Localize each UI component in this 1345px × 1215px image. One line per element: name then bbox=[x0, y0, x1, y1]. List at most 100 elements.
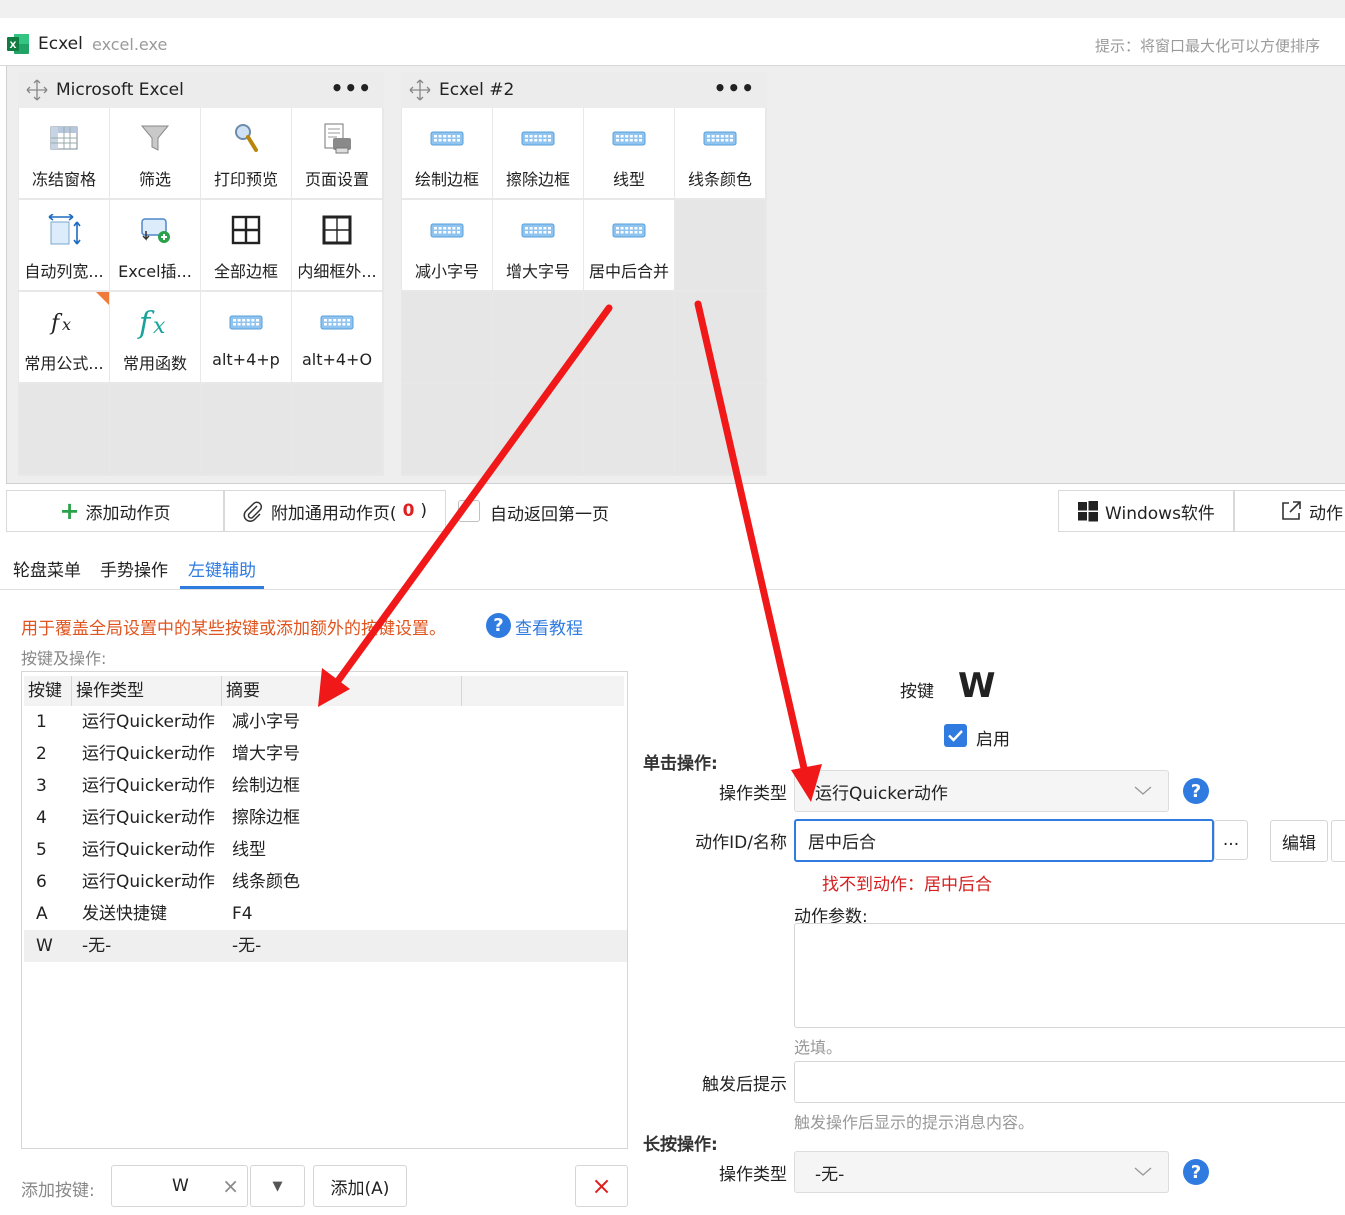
empty-slot[interactable] bbox=[584, 384, 674, 474]
corner-badge bbox=[96, 292, 109, 305]
tab-left-key-assist[interactable]: 左键辅助 bbox=[188, 556, 256, 581]
long-op-type-select[interactable]: -无- bbox=[794, 1151, 1169, 1193]
action-button[interactable]: alt+4+O bbox=[292, 292, 382, 382]
cell-summary: F4 bbox=[232, 904, 253, 924]
cell-key: 3 bbox=[36, 776, 47, 796]
action-label: 减小字号 bbox=[414, 262, 479, 281]
key-dropdown-button[interactable]: ▼ bbox=[250, 1165, 305, 1207]
tab-gesture[interactable]: 手势操作 bbox=[100, 556, 168, 581]
empty-slot[interactable] bbox=[19, 384, 109, 474]
empty-slot[interactable] bbox=[201, 384, 291, 474]
clear-icon[interactable]: × bbox=[222, 1174, 239, 1198]
more-menu-icon[interactable]: ••• bbox=[714, 76, 755, 100]
keyboard-icon bbox=[612, 108, 646, 160]
action-button[interactable]: 全部边框 bbox=[201, 200, 291, 290]
action-button[interactable]: 筛选 bbox=[110, 108, 200, 198]
edit-button[interactable]: 编辑 bbox=[1270, 820, 1328, 862]
table-row[interactable]: 6 运行Quicker动作 线条颜色 bbox=[24, 866, 627, 898]
op-type-select[interactable]: 运行Quicker动作 bbox=[794, 770, 1169, 812]
table-row[interactable]: 1 运行Quicker动作 减小字号 bbox=[24, 706, 627, 738]
key-label: 按键 bbox=[900, 682, 934, 702]
action-button[interactable]: 居中后合并 bbox=[584, 200, 674, 290]
tab-wheel-menu[interactable]: 轮盘菜单 bbox=[13, 556, 81, 581]
key-value: W bbox=[958, 666, 996, 706]
svg-text:f: f bbox=[49, 311, 63, 336]
action-id-input[interactable]: 居中后合 bbox=[794, 819, 1214, 862]
action-button[interactable]: 内细框外... bbox=[292, 200, 382, 290]
browse-button[interactable]: ... bbox=[1214, 820, 1248, 860]
table-row[interactable]: A 发送快捷键 F4 bbox=[24, 898, 627, 930]
trigger-input[interactable] bbox=[794, 1061, 1345, 1103]
action-button[interactable]: alt+4+p bbox=[201, 292, 291, 382]
empty-slot[interactable] bbox=[402, 384, 492, 474]
action-button[interactable]: 减小字号 bbox=[402, 200, 492, 290]
long-op-type-label: 操作类型 bbox=[719, 1165, 787, 1185]
action-button[interactable]: 绘制边框 bbox=[402, 108, 492, 198]
panel-header[interactable]: Microsoft Excel ••• bbox=[18, 72, 384, 108]
action-button[interactable]: 冻结窗格 bbox=[19, 108, 109, 198]
action-id-label: 动作ID/名称 bbox=[695, 833, 787, 853]
key-table: 按键 操作类型 摘要 1 运行Quicker动作 减小字号 2 运行Quicker动作增… bbox=[21, 671, 628, 1149]
empty-slot[interactable] bbox=[292, 384, 382, 474]
action-label: 冻结窗格 bbox=[31, 170, 96, 189]
action-label: 全部边框 bbox=[213, 262, 278, 281]
help-icon[interactable]: ? bbox=[486, 613, 511, 638]
action-button[interactable]: 自动列宽... bbox=[19, 200, 109, 290]
cell-summary: 增大字号 bbox=[232, 744, 300, 764]
add-key-value: W bbox=[172, 1176, 189, 1196]
action-id-value: 居中后合 bbox=[808, 833, 876, 853]
empty-slot[interactable] bbox=[493, 384, 583, 474]
windows-software-button[interactable]: Windows软件 bbox=[1058, 490, 1234, 532]
table-row[interactable]: 4 运行Quicker动作 擦除边框 bbox=[24, 802, 627, 834]
empty-slot[interactable] bbox=[675, 200, 765, 290]
table-row[interactable]: 2 运行Quicker动作 增大字号 bbox=[24, 738, 627, 770]
cell-type: 运行Quicker动作 bbox=[82, 872, 215, 892]
action-label: Excel插... bbox=[118, 262, 192, 281]
panel-header[interactable]: Ecxel #2 ••• bbox=[401, 72, 767, 108]
table-row[interactable]: 3 运行Quicker动作 绘制边框 bbox=[24, 770, 627, 802]
enabled-checkbox[interactable] bbox=[944, 724, 967, 747]
more-menu-icon[interactable]: ••• bbox=[331, 76, 372, 100]
attach-common-page-button[interactable]: 附加通用动作页( 0 ) bbox=[224, 490, 446, 532]
action-button[interactable]: f x 常用函数 bbox=[110, 292, 200, 382]
action-button[interactable]: 增大字号 bbox=[493, 200, 583, 290]
checkmark-icon bbox=[948, 730, 963, 742]
action-button[interactable]: f x 常用公式... bbox=[19, 292, 109, 382]
empty-slot[interactable] bbox=[675, 292, 765, 382]
svg-text:x: x bbox=[62, 315, 71, 334]
add-button[interactable]: 添加(A) bbox=[313, 1165, 407, 1207]
action-button[interactable]: 擦除边框 bbox=[493, 108, 583, 198]
action-button[interactable]: 线条颜色 bbox=[675, 108, 765, 198]
delete-key-button[interactable]: × bbox=[575, 1165, 628, 1207]
add-action-page-button[interactable]: + 添加动作页 bbox=[6, 490, 224, 532]
action-button[interactable]: Excel插... bbox=[110, 200, 200, 290]
window-hint: 提示：将窗口最大化可以方便排序 bbox=[1095, 37, 1321, 55]
empty-slot[interactable] bbox=[584, 292, 674, 382]
column-header-key[interactable]: 按键 bbox=[24, 676, 72, 706]
action-button[interactable]: 页面设置 bbox=[292, 108, 382, 198]
extra-button[interactable] bbox=[1331, 820, 1345, 862]
params-textarea[interactable] bbox=[794, 923, 1345, 1028]
cell-key: 6 bbox=[36, 872, 47, 892]
error-message: 找不到动作：居中后合 bbox=[822, 875, 992, 895]
action-label: 居中后合并 bbox=[588, 262, 669, 281]
table-row[interactable]: 5 运行Quicker动作 线型 bbox=[24, 834, 627, 866]
move-icon[interactable] bbox=[26, 79, 48, 101]
empty-slot[interactable] bbox=[493, 292, 583, 382]
tutorial-link[interactable]: 查看教程 bbox=[515, 614, 583, 639]
op-type-help-icon[interactable]: ? bbox=[1183, 778, 1209, 804]
action-button[interactable]: 线型 bbox=[584, 108, 674, 198]
table-row[interactable]: W -无- -无- bbox=[24, 930, 627, 962]
actions-button[interactable]: 动作 bbox=[1234, 490, 1345, 532]
action-label: alt+4+O bbox=[301, 350, 373, 369]
action-button[interactable]: 打印预览 bbox=[201, 108, 291, 198]
empty-slot[interactable] bbox=[402, 292, 492, 382]
column-header-type[interactable]: 操作类型 bbox=[72, 676, 222, 706]
empty-slot[interactable] bbox=[110, 384, 200, 474]
add-key-input[interactable]: W × bbox=[111, 1165, 248, 1207]
column-header-summary[interactable]: 摘要 bbox=[222, 676, 462, 706]
empty-slot[interactable] bbox=[675, 384, 765, 474]
move-icon[interactable] bbox=[409, 79, 431, 101]
long-op-help-icon[interactable]: ? bbox=[1183, 1159, 1209, 1185]
auto-return-checkbox[interactable] bbox=[458, 500, 480, 522]
